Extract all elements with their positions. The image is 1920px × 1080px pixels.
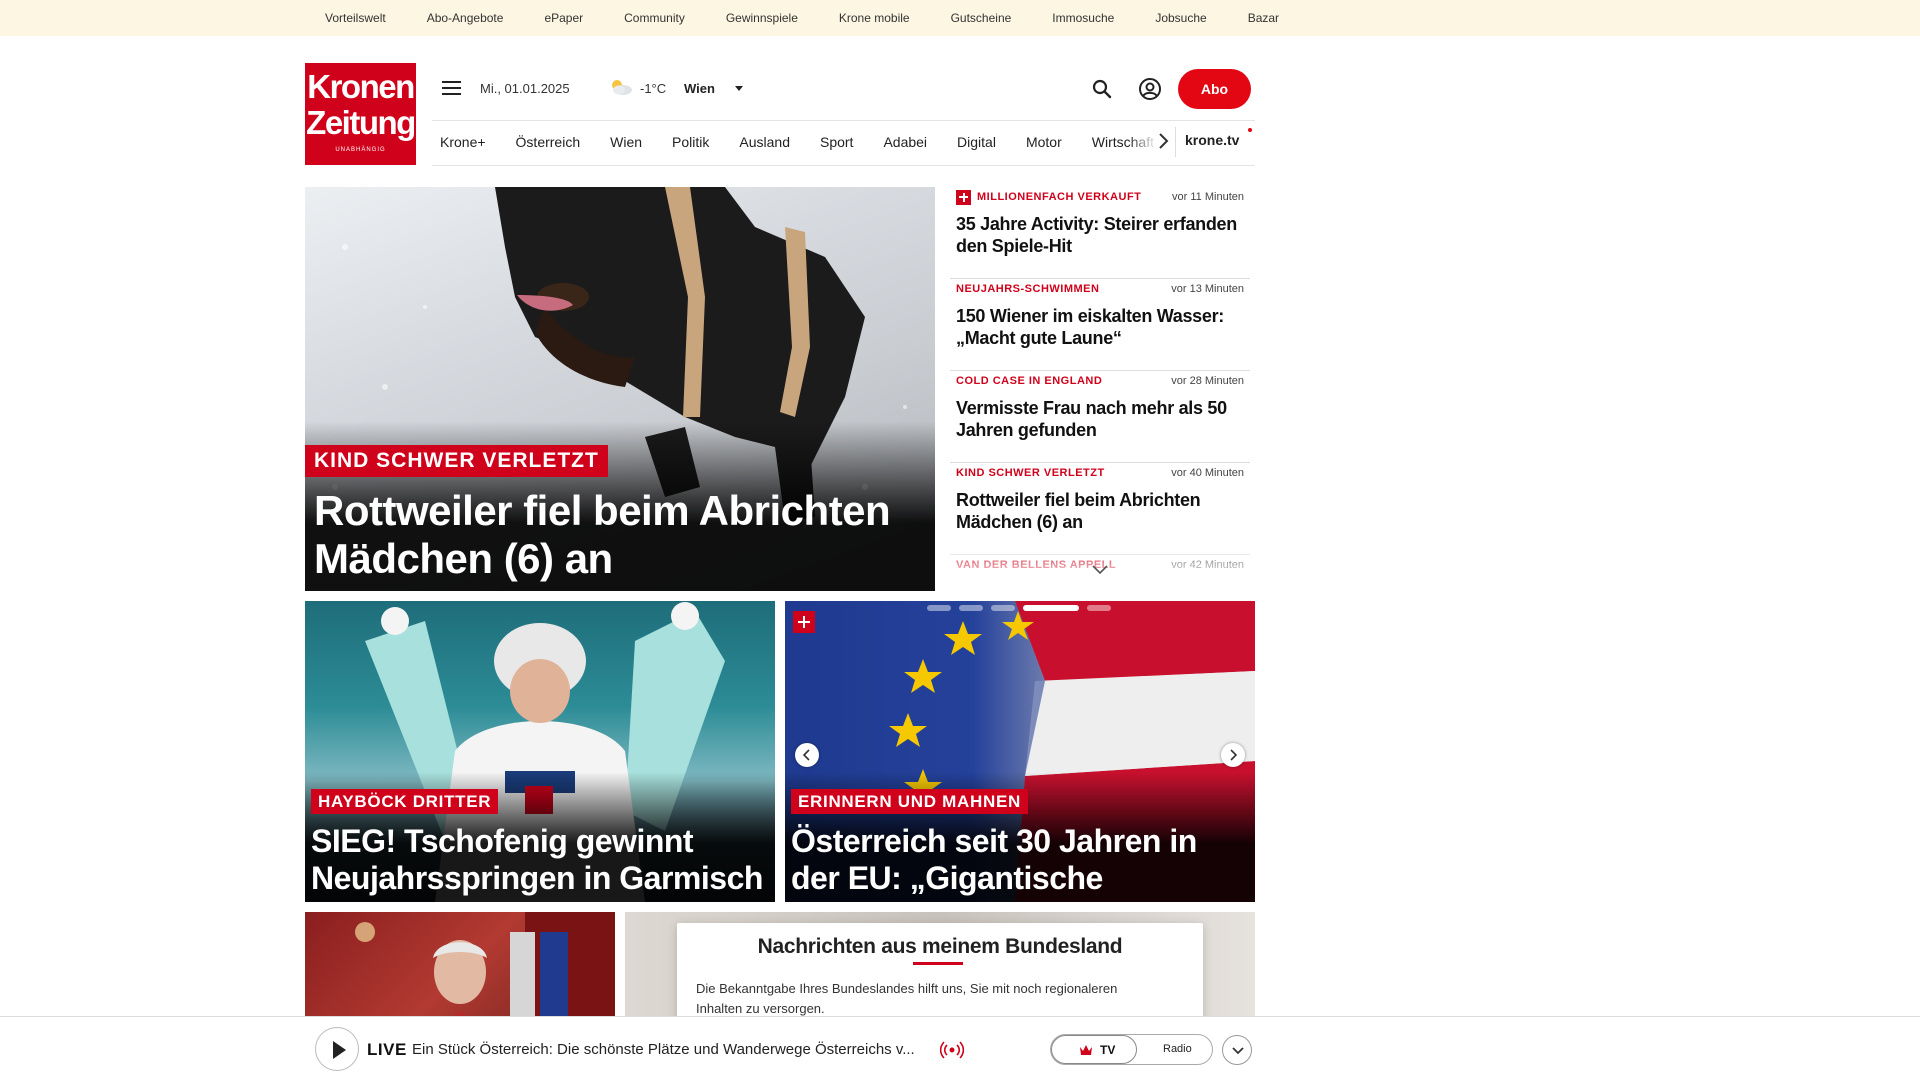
crown-icon	[1080, 1045, 1092, 1055]
ticker-headline[interactable]: Rottweiler fiel beim Abrichten Mädchen (…	[956, 489, 1246, 533]
nav-item[interactable]: Digital	[957, 134, 996, 150]
utility-link[interactable]: Community	[624, 11, 685, 25]
utility-bar: Vorteilswelt Abo-Angebote ePaper Community G…	[0, 0, 1920, 36]
utility-link[interactable]: Krone mobile	[839, 11, 910, 25]
chevron-down-icon	[1232, 1047, 1244, 1055]
city-selector[interactable]: Wien	[684, 81, 715, 96]
carousel-pagination	[927, 605, 1119, 611]
ticker-headline[interactable]: 150 Wiener im eiskalten Wasser: „Macht g…	[956, 305, 1246, 349]
tv-label: TV	[1100, 1043, 1116, 1057]
chevron-down-icon[interactable]	[735, 86, 743, 91]
carousel-dot[interactable]	[991, 605, 1015, 611]
carousel-prev-button[interactable]	[795, 743, 819, 767]
ticker-item[interactable]: NEUJAHRS-SCHWIMMEN vor 13 Minuten 150 Wien…	[950, 279, 1250, 371]
play-button[interactable]	[315, 1027, 359, 1071]
nav-separator	[1175, 127, 1176, 157]
nav-item[interactable]: Wien	[610, 134, 642, 150]
ticker-headline[interactable]: 35 Jahre Activity: Steirer erfanden den …	[956, 213, 1246, 257]
ticker-kicker: COLD CASE IN ENGLAND	[956, 375, 1103, 387]
bundesland-title: Nachrichten aus meinem Bundesland	[757, 935, 1123, 958]
logo-line-2: Zeitung	[306, 104, 416, 141]
title-underline	[913, 962, 963, 965]
nav-item[interactable]: Adabei	[883, 134, 927, 150]
hero-article[interactable]: KIND SCHWER VERLETZT Rottweiler fiel bei…	[305, 187, 935, 591]
ticker-timestamp: vor 28 Minuten	[1171, 375, 1244, 387]
utility-link[interactable]: Gewinnspiele	[726, 11, 798, 25]
krone-tv-link[interactable]: krone.tv	[1185, 132, 1239, 148]
radio-label: Radio	[1163, 1043, 1192, 1055]
chevron-down-icon[interactable]	[1090, 563, 1110, 577]
ticker-item[interactable]: KIND SCHWER VERLETZT vor 40 Minuten Rottwe…	[950, 463, 1250, 555]
utility-links: Vorteilswelt Abo-Angebote ePaper Community G…	[325, 0, 1320, 36]
carousel-next-button[interactable]	[1221, 743, 1245, 767]
ticker-kicker: NEUJAHRS-SCHWIMMEN	[956, 283, 1100, 295]
tv-radio-toggle: TV Radio	[1050, 1034, 1213, 1065]
bundesland-description: Die Bekanntgabe Ihres Bundeslandes hilft…	[696, 981, 1118, 1016]
radio-toggle-option[interactable]: Radio	[1141, 1035, 1211, 1064]
nav-item[interactable]: Österreich	[516, 134, 581, 150]
ticker-timestamp: vor 13 Minuten	[1171, 283, 1244, 295]
utility-link[interactable]: Gutscheine	[951, 11, 1012, 25]
carousel-dot[interactable]	[1023, 605, 1079, 611]
ticker-timestamp: vor 40 Minuten	[1171, 467, 1244, 479]
tv-toggle-option[interactable]: TV	[1051, 1035, 1137, 1064]
nav-item[interactable]: Politik	[672, 134, 709, 150]
card-kicker: ERINNERN UND MAHNEN	[791, 789, 1028, 814]
current-date: Mi., 01.01.2025	[480, 81, 570, 96]
krone-plus-icon	[956, 190, 971, 205]
menu-icon[interactable]	[442, 80, 462, 96]
live-indicator-dot	[1248, 128, 1252, 132]
krone-plus-icon	[793, 611, 815, 633]
temperature: -1°C	[640, 81, 667, 96]
ticker-timestamp: vor 11 Minuten	[1172, 191, 1244, 203]
account-icon[interactable]	[1138, 77, 1162, 101]
carousel-dot[interactable]	[927, 605, 951, 611]
hero-headline[interactable]: Rottweiler fiel beim Abrichten Mädchen (…	[314, 487, 914, 583]
ticker-kicker: KIND SCHWER VERLETZT	[956, 467, 1105, 479]
card-headline[interactable]: Österreich seit 30 Jahren in der EU: „Gi…	[791, 823, 1251, 902]
ticker-kicker: MILLIONENFACH VERKAUFT	[977, 191, 1142, 203]
header-divider	[432, 120, 1255, 121]
broadcast-icon	[940, 1041, 964, 1059]
utility-link[interactable]: Immosuche	[1052, 11, 1114, 25]
live-label: LIVE	[367, 1040, 407, 1059]
partly-cloudy-icon	[612, 80, 632, 95]
chevron-right-icon[interactable]	[1152, 130, 1174, 152]
nav-item[interactable]: Krone+	[440, 134, 486, 150]
ticker-item[interactable]: COLD CASE IN ENGLAND vor 28 Minuten Vermis…	[950, 371, 1250, 463]
logo-line-1: Kronen	[307, 68, 415, 105]
utility-link[interactable]: Bazar	[1248, 11, 1279, 25]
chevron-left-icon	[802, 749, 810, 761]
nav-divider	[432, 165, 1255, 166]
carousel-card[interactable]: ERINNERN UND MAHNEN Österreich seit 30 J…	[785, 601, 1255, 902]
latest-news-list: MILLIONENFACH VERKAUFT vor 11 Minuten 35 J…	[950, 187, 1250, 577]
nav-item[interactable]: Motor	[1026, 134, 1062, 150]
main-nav: Krone+ Österreich Wien Politik Ausland Sport A…	[440, 122, 1184, 162]
utility-link[interactable]: Abo-Angebote	[427, 11, 504, 25]
utility-link[interactable]: Vorteilswelt	[325, 11, 386, 25]
nav-item[interactable]: Ausland	[739, 134, 790, 150]
live-program-title[interactable]: Ein Stück Österreich: Die schönste Plätz…	[412, 1041, 937, 1058]
teaser-card[interactable]: HAYBÖCK DRITTER SIEG! Tschofenig gewinnt…	[305, 601, 775, 902]
card-headline[interactable]: SIEG! Tschofenig gewinnt Neujahrsspringe…	[311, 823, 771, 897]
nav-item[interactable]: Sport	[820, 134, 853, 150]
search-icon[interactable]	[1091, 78, 1113, 100]
ticker-headline[interactable]: Vermisste Frau nach mehr als 50 Jahren g…	[956, 397, 1246, 441]
chevron-right-icon	[1230, 749, 1238, 761]
live-player-bar: LIVE Ein Stück Österreich: Die schönste …	[0, 1016, 1920, 1080]
abo-button[interactable]: Abo	[1178, 69, 1251, 109]
utility-link[interactable]: Jobsuche	[1155, 11, 1206, 25]
carousel-dot[interactable]	[959, 605, 983, 611]
logo-tagline: UNABHÄNGIG	[335, 147, 386, 153]
hero-kicker: KIND SCHWER VERLETZT	[305, 445, 608, 477]
player-expand-button[interactable]	[1222, 1035, 1252, 1065]
carousel-dot[interactable]	[1087, 605, 1111, 611]
utility-link[interactable]: ePaper	[544, 11, 583, 25]
card-kicker: HAYBÖCK DRITTER	[311, 789, 499, 814]
kronen-zeitung-logo[interactable]: Kronen Zeitung UNABHÄNGIG	[305, 63, 416, 165]
ticker-item[interactable]: MILLIONENFACH VERKAUFT vor 11 Minuten 35 J…	[950, 187, 1250, 279]
